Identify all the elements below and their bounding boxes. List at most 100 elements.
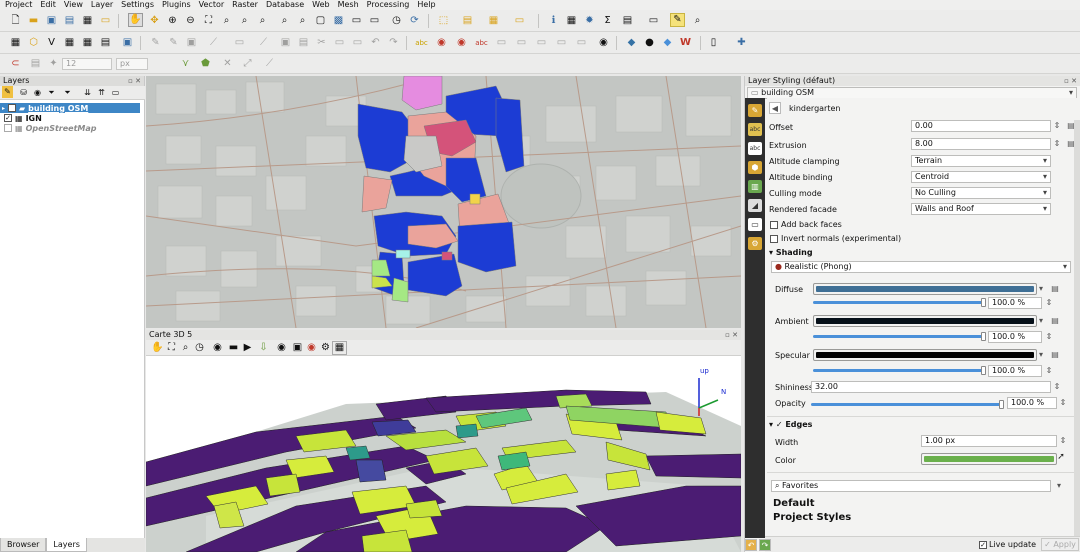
add-group-icon[interactable]: ⛁ <box>16 86 31 100</box>
edges-checkbox-icon[interactable]: ✓ <box>776 420 786 429</box>
opacity-slider-thumb[interactable] <box>999 400 1004 409</box>
delete-selected-icon[interactable]: ▣ <box>278 36 293 50</box>
snap-unit-combo[interactable]: px <box>116 58 148 70</box>
specular-dropdown-icon[interactable]: ▾ <box>1038 349 1044 361</box>
grass-tools-icon[interactable]: ◉ <box>596 36 611 50</box>
zoom-selection-icon[interactable]: ⌕ <box>219 14 234 28</box>
new-geopackage-icon[interactable]: ⬡ <box>26 36 41 50</box>
ambient-slider-thumb[interactable] <box>981 332 986 341</box>
temporal-controller-icon[interactable]: ◷ <box>389 14 404 28</box>
data-source-manager-icon[interactable]: ▦ <box>8 36 23 50</box>
specular-slider[interactable] <box>813 369 985 372</box>
select-location-icon[interactable]: ▭ <box>512 14 527 28</box>
ambient-color-button[interactable] <box>813 315 1037 327</box>
ambient-slider[interactable] <box>813 335 985 338</box>
menu-vector[interactable]: Vector <box>199 0 225 10</box>
map-tips-icon[interactable]: ▭ <box>646 14 661 28</box>
plugin-globe-icon[interactable]: ✚ <box>734 36 749 50</box>
zoom-last-icon[interactable]: ⌕ <box>277 14 292 28</box>
topology-icon[interactable]: ⬟ <box>198 57 213 71</box>
menu-project[interactable]: Project <box>5 0 32 10</box>
style-project-item[interactable]: Project Styles <box>773 512 851 524</box>
zoom-layer-icon[interactable]: ⌕ <box>237 14 252 28</box>
menu-edit[interactable]: Edit <box>40 0 56 10</box>
animations-icon[interactable]: ▬ <box>226 341 241 355</box>
rendering-icon[interactable]: ⚙ <box>748 237 762 250</box>
map3d-view[interactable]: up N <box>146 356 741 552</box>
menu-mesh[interactable]: Mesh <box>338 0 359 10</box>
styling-scrollbar[interactable] <box>1074 120 1080 536</box>
expand-arrow-icon[interactable]: ▸ <box>2 105 5 112</box>
extrusion-spin-icon[interactable]: ⇕ <box>1051 138 1063 150</box>
add-feature-icon[interactable]: ▭ <box>232 36 247 50</box>
identify-icon[interactable]: ℹ <box>546 14 561 28</box>
menu-raster[interactable]: Raster <box>232 0 258 10</box>
style-default-item[interactable]: Default <box>773 498 815 510</box>
pan-to-selection-icon[interactable]: ✥ <box>147 14 162 28</box>
plugin-diamond-icon[interactable]: ◆ <box>660 36 675 50</box>
undo-icon[interactable]: ↶ <box>368 36 383 50</box>
diffuse-percent[interactable]: 100.0 % <box>988 297 1042 309</box>
layer-visibility-checkbox[interactable] <box>4 124 12 132</box>
vertex-tool-icon[interactable]: ⟋ <box>256 36 271 50</box>
map-canvas[interactable] <box>146 76 741 328</box>
expand-all-icon[interactable]: ⇊ <box>80 86 95 100</box>
data-defined-icon[interactable]: ▤ <box>1049 349 1061 361</box>
panel-toggle-icon[interactable]: ▯ <box>706 36 721 50</box>
extrusion-field[interactable]: 8.00 <box>911 138 1051 150</box>
invert-normals-checkbox[interactable] <box>770 235 778 243</box>
spin-icon[interactable]: ⇕ <box>1051 381 1063 393</box>
new-project-icon[interactable]: 🗋 <box>8 14 23 28</box>
opacity-slider[interactable] <box>811 403 1001 406</box>
camera-lock-icon[interactable]: ◉ <box>210 341 225 355</box>
spin-icon[interactable]: ⇕ <box>1043 297 1055 309</box>
altitude-binding-combo[interactable]: Centroid <box>911 171 1051 183</box>
diffuse-slider-thumb[interactable] <box>981 298 986 307</box>
offset-spin-icon[interactable]: ⇕ <box>1051 120 1063 132</box>
shininess-field[interactable]: 32.00 <box>811 381 1051 393</box>
menu-processing[interactable]: Processing <box>367 0 410 10</box>
label-pin-icon[interactable]: ◉ <box>434 36 449 50</box>
zoom-out-icon[interactable]: ⊖ <box>183 14 198 28</box>
menu-help[interactable]: Help <box>417 0 435 10</box>
offset-field[interactable]: 0.00 <box>911 120 1051 132</box>
field-calculator-icon[interactable]: ✹ <box>582 14 597 28</box>
plugin-wk-icon[interactable]: W <box>678 36 693 50</box>
layer-item-building-osm[interactable]: ▸ ✓ ▰ building OSM <box>0 103 140 113</box>
spin-icon[interactable]: ⇕ <box>1057 397 1069 409</box>
save-edits-icon[interactable]: ▣ <box>184 36 199 50</box>
label-settings-icon[interactable]: ▭ <box>554 36 569 50</box>
filter-expression-icon[interactable]: ⏷ <box>60 86 75 100</box>
edge-color-button[interactable] <box>921 453 1057 465</box>
intersection-icon[interactable]: ✕ <box>220 57 235 71</box>
diffuse-dropdown-icon[interactable]: ▾ <box>1038 283 1044 295</box>
label-rotate-icon[interactable]: ▭ <box>514 36 529 50</box>
cut-icon[interactable]: ✂ <box>314 36 329 50</box>
tab-browser[interactable]: Browser <box>0 538 47 552</box>
panel-float-close-buttons[interactable]: ▫ ✕ <box>1064 76 1077 86</box>
menu-web[interactable]: Web <box>312 0 329 10</box>
deselect-icon[interactable]: ▦ <box>486 14 501 28</box>
config-icon[interactable]: ▦ <box>332 341 347 355</box>
masks-icon[interactable]: abc <box>748 142 762 155</box>
facade-combo[interactable]: Walls and Roof <box>911 203 1051 215</box>
effects-icon[interactable]: ◉ <box>274 341 289 355</box>
new-3d-map-icon[interactable]: ▩ <box>331 14 346 28</box>
panel-float-close-buttons[interactable]: ▫ ✕ <box>725 330 738 340</box>
diagrams-icon[interactable]: ▥ <box>748 180 762 193</box>
shadow-icon[interactable]: ◉ <box>304 341 319 355</box>
paste-icon[interactable]: ▭ <box>350 36 365 50</box>
locator-icon[interactable]: ⌕ <box>690 14 705 28</box>
collapse-all-icon[interactable]: ⇈ <box>94 86 109 100</box>
label-move-icon[interactable]: ▭ <box>494 36 509 50</box>
refresh-icon[interactable]: ⟳ <box>407 14 422 28</box>
layer-item-ign[interactable]: ✓ ▦ IGN <box>4 113 42 123</box>
altitude-clamping-combo[interactable]: Terrain <box>911 155 1051 167</box>
back-button[interactable]: ◀ <box>769 102 781 114</box>
data-defined-icon[interactable]: ▤ <box>1049 315 1061 327</box>
spin-icon[interactable]: ⇕ <box>1043 365 1055 377</box>
ambient-dropdown-icon[interactable]: ▾ <box>1038 315 1044 327</box>
style-search-field[interactable]: ⌕ Favorites <box>771 480 1051 492</box>
zoom-next-icon[interactable]: ⌕ <box>295 14 310 28</box>
pan-hand-icon[interactable]: ✋ <box>128 13 143 27</box>
